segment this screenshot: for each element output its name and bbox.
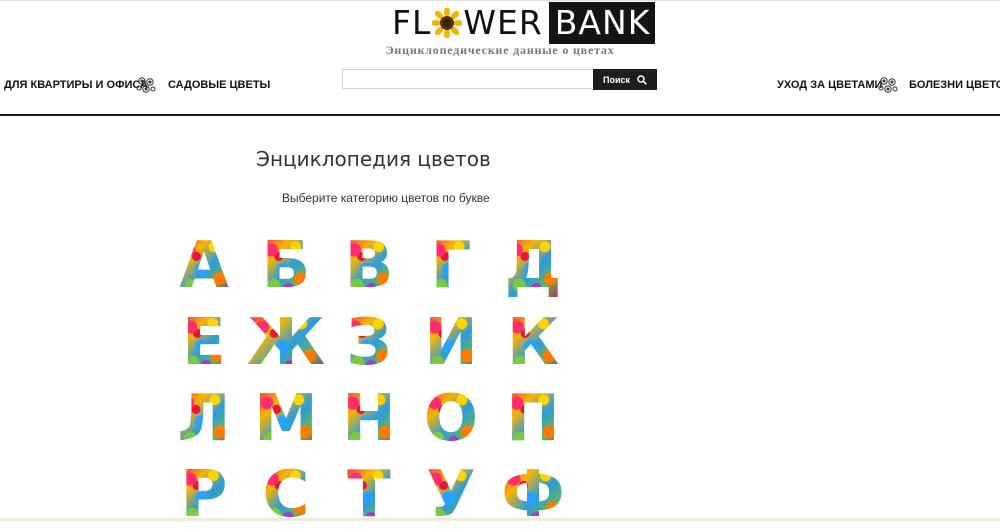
letter-glyph: П bbox=[506, 382, 560, 456]
nav-link-flower-care[interactable]: УХОД ЗА ЦВЕТАМИ bbox=[777, 79, 882, 91]
search-icon bbox=[637, 74, 647, 85]
letter-glyph: Г bbox=[430, 229, 472, 303]
letter-tile[interactable]: Л bbox=[170, 385, 238, 453]
letter-tile[interactable]: К bbox=[499, 309, 567, 377]
letter-glyph: Л bbox=[177, 382, 231, 456]
letter-tile[interactable]: Б bbox=[252, 232, 320, 300]
flower-cluster-icon bbox=[877, 74, 899, 96]
letter-glyph: Н bbox=[342, 382, 396, 456]
logo-part-wer: WER bbox=[463, 3, 543, 42]
sunflower-icon bbox=[432, 8, 463, 38]
page-title: Энциклопедия цветов bbox=[256, 147, 491, 171]
nav-link-apartment-office[interactable]: ДЛЯ КВАРТИРЫ И ОФИСА bbox=[4, 79, 148, 91]
alphabet-grid: АБВГДЕЖЗИКЛМНОПРСТУФ bbox=[170, 232, 580, 527]
letter-glyph: А bbox=[179, 229, 229, 303]
logo-part-fl: FL bbox=[392, 3, 432, 42]
letter-glyph: Б bbox=[261, 229, 311, 303]
header-divider bbox=[0, 114, 1000, 116]
letter-tile[interactable]: М bbox=[252, 385, 320, 453]
nav-link-garden-flowers[interactable]: САДОВЫЕ ЦВЕТЫ bbox=[168, 79, 270, 91]
letter-glyph: Ж bbox=[246, 306, 326, 380]
letter-glyph: М bbox=[254, 382, 318, 456]
letter-tile[interactable]: П bbox=[499, 385, 567, 453]
letter-tile[interactable]: Ж bbox=[246, 309, 326, 377]
letter-glyph: К bbox=[506, 306, 560, 380]
logo-flower-text: FL WER bbox=[392, 2, 543, 44]
letter-glyph: О bbox=[423, 382, 479, 456]
letter-tile[interactable]: В bbox=[335, 232, 403, 300]
letter-glyph: З bbox=[346, 306, 392, 380]
letter-glyph: В bbox=[344, 229, 394, 303]
flower-cluster-icon bbox=[135, 74, 157, 96]
letter-tile[interactable]: О bbox=[417, 385, 485, 453]
page-subtitle: Выберите категорию цветов по букве bbox=[282, 191, 490, 205]
logo-bank-block: BANK bbox=[548, 2, 656, 44]
letter-tile[interactable]: И bbox=[417, 309, 485, 377]
letter-tile[interactable]: З bbox=[335, 309, 403, 377]
top-border bbox=[0, 0, 1000, 1]
search-button[interactable]: Поиск bbox=[593, 69, 657, 90]
letter-tile[interactable]: Н bbox=[335, 385, 403, 453]
letter-glyph: Е bbox=[182, 306, 226, 380]
site-tagline: Энциклопедические данные о цветах bbox=[385, 43, 615, 57]
nav-link-flower-diseases[interactable]: БОЛЕЗНИ ЦВЕТОВ bbox=[909, 79, 1000, 91]
letter-glyph: И bbox=[424, 306, 478, 380]
search-input[interactable] bbox=[342, 69, 592, 89]
search-button-label: Поиск bbox=[602, 74, 630, 85]
letter-glyph: Д bbox=[504, 229, 562, 303]
site-logo[interactable]: FL WER BANK bbox=[392, 2, 656, 44]
letter-tile[interactable]: Г bbox=[417, 232, 485, 300]
letter-tile[interactable]: Д bbox=[499, 232, 567, 300]
letter-tile[interactable]: Е bbox=[170, 309, 238, 377]
letter-tile[interactable]: А bbox=[170, 232, 238, 300]
